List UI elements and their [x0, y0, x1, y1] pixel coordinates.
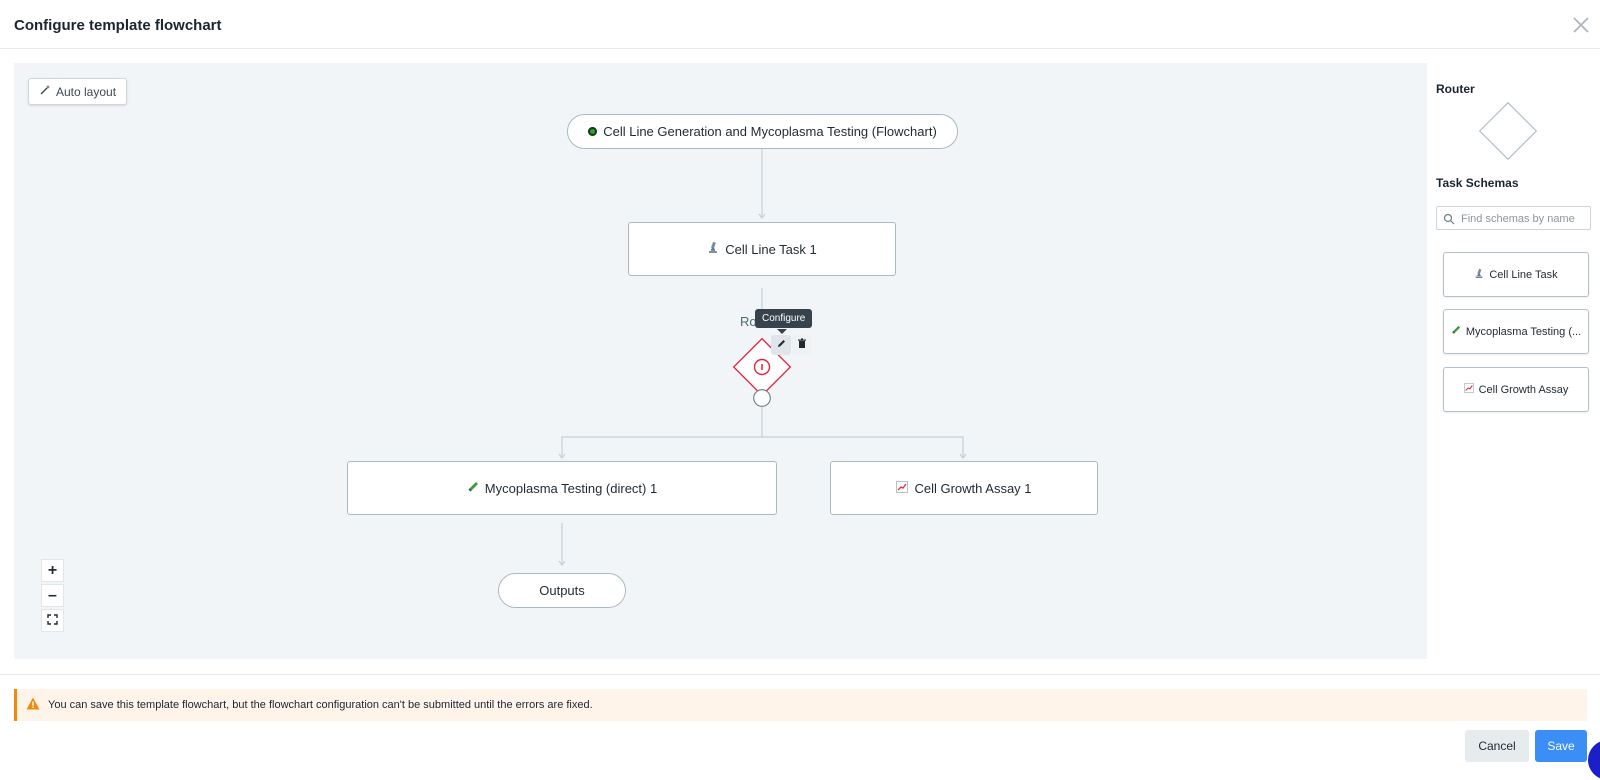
router-output-handle[interactable]: [752, 388, 772, 408]
flowchart-edges: [558, 149, 967, 566]
plus-icon: +: [47, 561, 58, 579]
help-chat-bubble[interactable]: [1588, 740, 1600, 780]
outputs-label: Outputs: [539, 583, 585, 598]
auto-layout-label: Auto layout: [56, 84, 117, 99]
task-schemas-heading: Task Schemas: [1436, 176, 1519, 190]
task-node-label: Cell Growth Assay 1: [914, 480, 1032, 496]
schema-search-field[interactable]: [1436, 206, 1591, 230]
schema-label: Mycoplasma Testing (...: [1465, 325, 1582, 338]
configure-button[interactable]: [771, 335, 791, 355]
fit-view-icon: [47, 612, 58, 630]
error-icon: [753, 358, 771, 376]
router-heading: Router: [1436, 82, 1475, 96]
test-tube-icon: [467, 481, 479, 496]
task-node-label: Mycoplasma Testing (direct) 1: [484, 480, 658, 496]
flowchart-start-node[interactable]: Cell Line Generation and Mycoplasma Test…: [567, 114, 958, 149]
zoom-out-button[interactable]: –: [41, 584, 64, 607]
schema-item-cell-growth-assay[interactable]: Cell Growth Assay: [1443, 367, 1589, 412]
pencil-icon: [776, 336, 787, 354]
schema-search-input[interactable]: [1459, 208, 1587, 230]
zoom-in-button[interactable]: +: [41, 559, 64, 582]
schema-item-cell-line-task[interactable]: Cell Line Task: [1443, 252, 1589, 297]
fit-view-button[interactable]: [41, 609, 64, 632]
schema-label: Cell Line Task: [1489, 268, 1558, 281]
schema-label: Cell Growth Assay: [1478, 383, 1569, 396]
microscope-icon: [1474, 268, 1484, 282]
outputs-node[interactable]: Outputs: [498, 573, 626, 608]
search-icon: [1443, 212, 1455, 230]
router-palette-item[interactable]: [1478, 101, 1538, 161]
minus-icon: –: [48, 586, 57, 604]
configure-tooltip: Configure: [755, 309, 813, 328]
status-dot-icon: [588, 127, 598, 136]
task-node-cell-line[interactable]: Cell Line Task 1: [628, 222, 896, 276]
task-node-cell-growth[interactable]: Cell Growth Assay 1: [830, 461, 1098, 515]
schema-item-mycoplasma-testing[interactable]: Mycoplasma Testing (...: [1443, 309, 1589, 354]
dialog-header: [0, 0, 1600, 49]
start-node-label: Cell Line Generation and Mycoplasma Test…: [603, 124, 937, 139]
warning-text: You can save this template flowchart, bu…: [48, 699, 593, 711]
task-node-label: Cell Line Task 1: [725, 241, 817, 257]
dialog-title: Configure template flowchart: [14, 17, 222, 34]
microscope-icon: [707, 241, 719, 257]
chart-icon: [1463, 383, 1474, 396]
auto-layout-button[interactable]: Auto layout: [28, 78, 128, 105]
flowchart-canvas[interactable]: Auto layout Cell Line Generation and Myc…: [14, 63, 1427, 659]
magic-wand-icon: [39, 84, 51, 99]
warning-banner: You can save this template flowchart, bu…: [14, 689, 1587, 721]
task-node-mycoplasma[interactable]: Mycoplasma Testing (direct) 1: [347, 461, 777, 515]
test-tube-icon: [1451, 325, 1461, 338]
delete-button[interactable]: [792, 335, 812, 355]
trash-icon: [797, 336, 807, 354]
cancel-button[interactable]: Cancel: [1465, 730, 1529, 762]
save-button[interactable]: Save: [1535, 730, 1587, 762]
close-icon[interactable]: [1570, 14, 1592, 36]
warning-icon: [26, 697, 40, 713]
footer-divider: [0, 674, 1600, 675]
chart-icon: [896, 480, 909, 496]
